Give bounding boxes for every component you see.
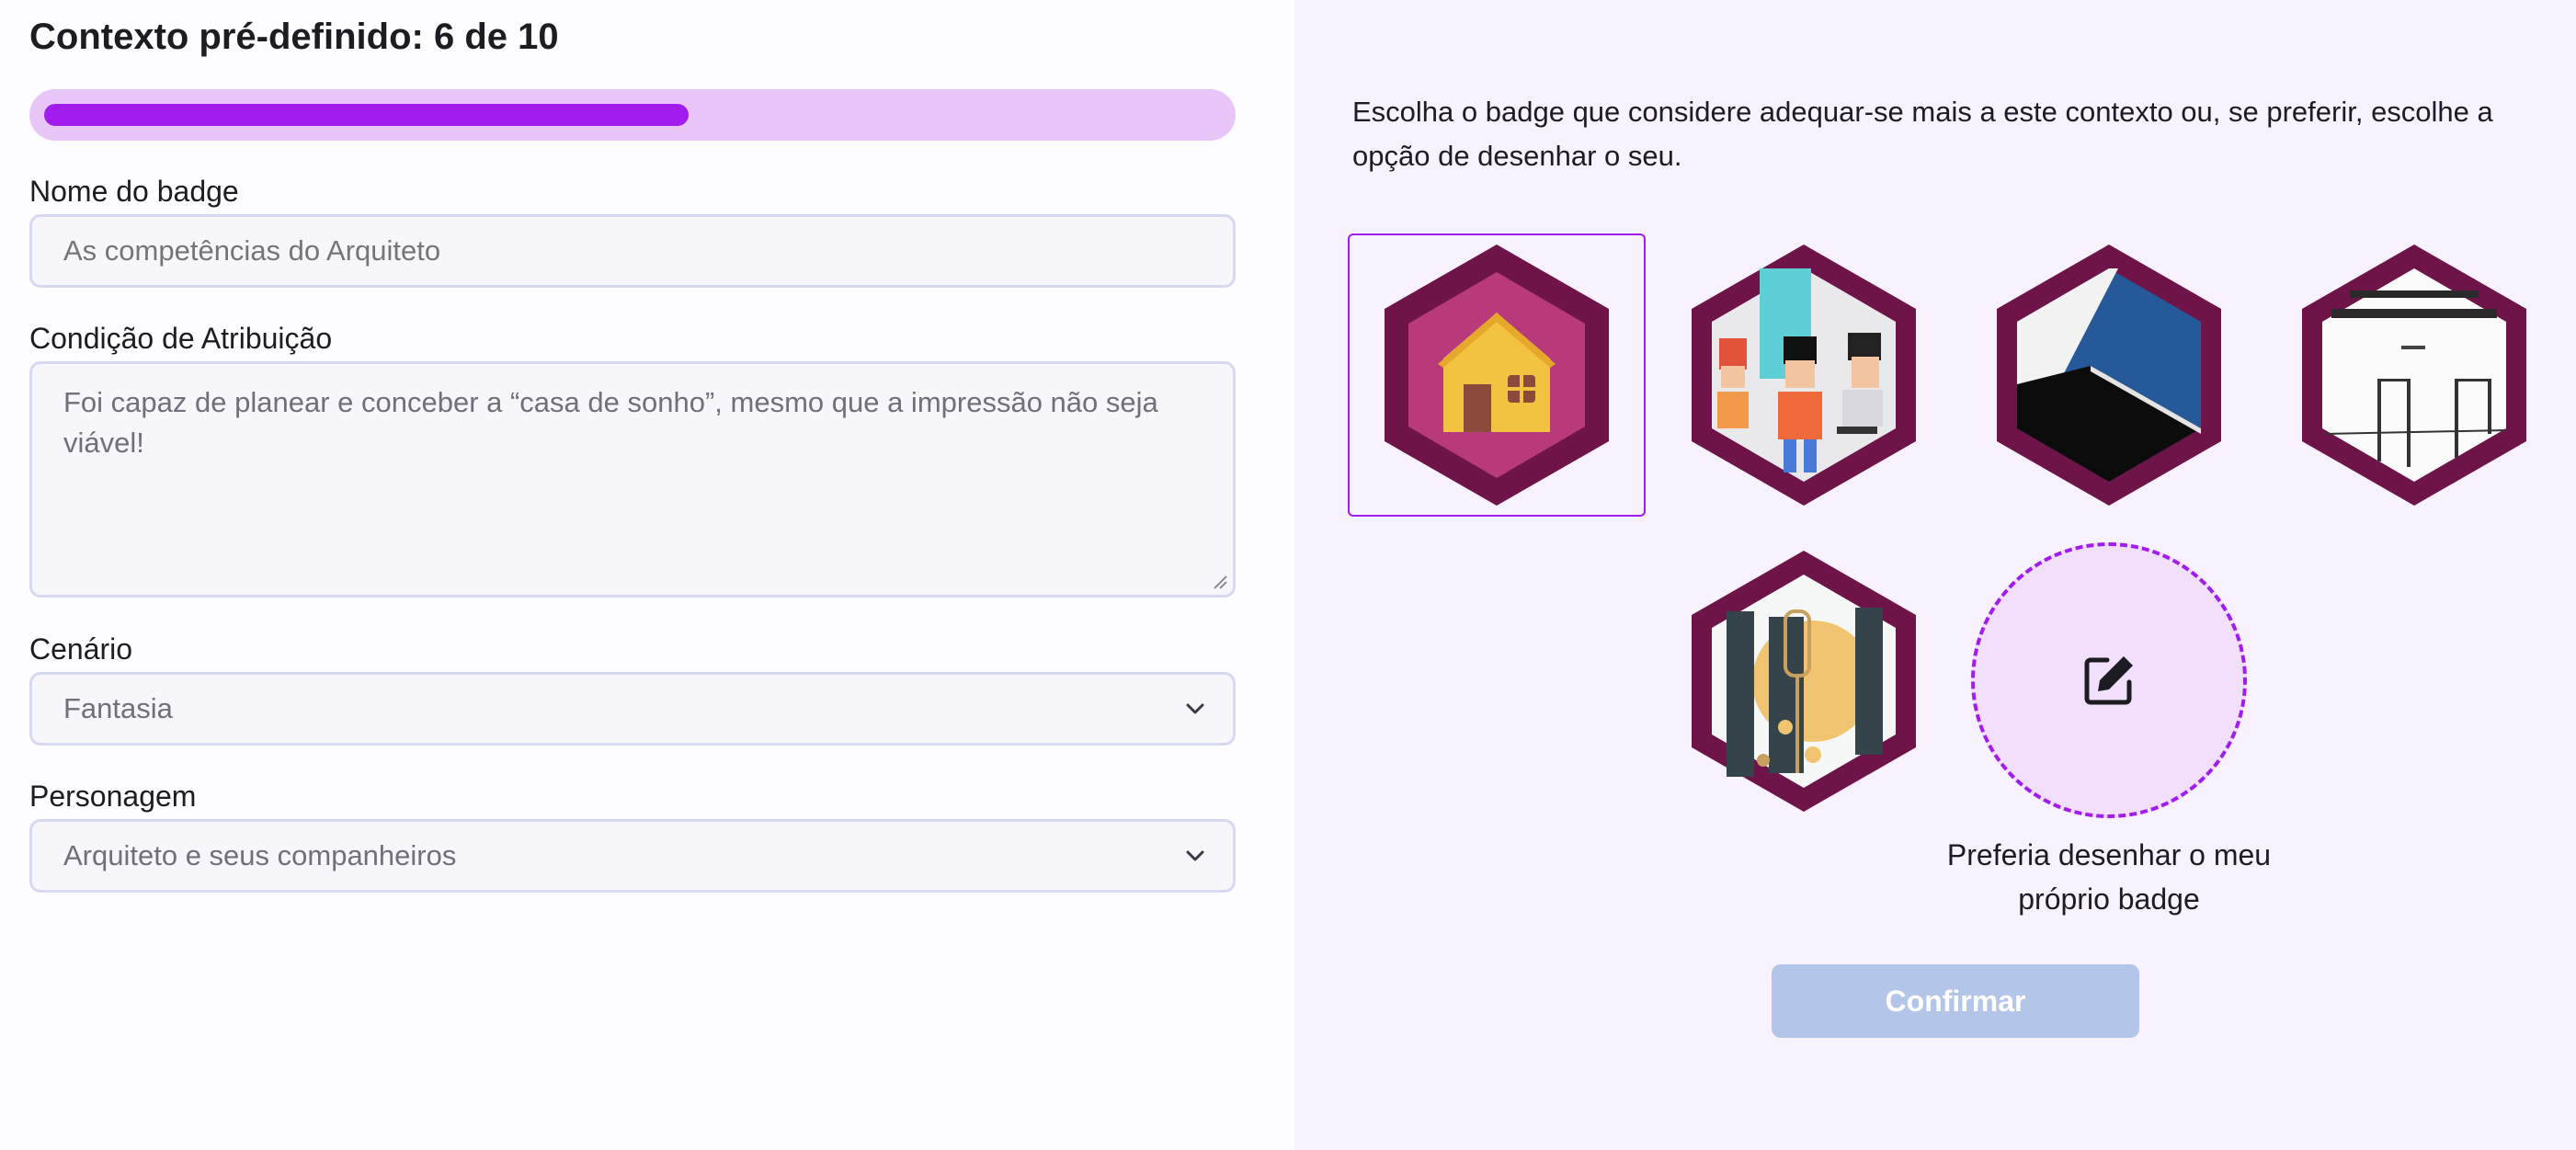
progress-bar-fill — [44, 104, 689, 126]
house-badge-icon — [1385, 245, 1609, 506]
form-panel: Contexto pré-definido: 6 de 10 Nome do b… — [0, 0, 1294, 1150]
page-title: Contexto pré-definido: 6 de 10 — [29, 17, 559, 57]
condition-textarea[interactable]: Foi capaz de planear e conceber a “casa … — [29, 361, 1236, 598]
scenario-select[interactable]: Fantasia — [29, 672, 1236, 746]
scenario-value: Fantasia — [63, 692, 173, 724]
abstract-badge-icon — [1997, 245, 2221, 506]
scenario-label: Cenário — [29, 632, 133, 666]
chevron-down-icon — [1186, 850, 1204, 861]
badge-name-label: Nome do badge — [29, 175, 239, 208]
character-label: Personagem — [29, 780, 197, 813]
character-select[interactable]: Arquiteto e seus companheiros — [29, 819, 1236, 893]
progress-bar — [29, 89, 1236, 141]
draw-own-badge-label: Preferia desenhar o meu próprio badge — [1946, 838, 2272, 916]
badge-instructions: Escolha o badge que considere adequar-se… — [1352, 96, 2493, 172]
construction-badge-icon — [1692, 551, 1916, 812]
badge-option-construction[interactable] — [1666, 540, 1942, 823]
confirm-button[interactable]: Confirmar — [1772, 964, 2139, 1038]
draw-own-badge-button[interactable] — [1971, 542, 2247, 818]
sketch-badge-icon — [2302, 245, 2526, 506]
badge-option-sketch[interactable] — [2276, 233, 2552, 517]
resize-handle-icon[interactable] — [1211, 573, 1227, 589]
condition-text: Foi capaz de planear e conceber a “casa … — [63, 386, 1158, 459]
chevron-down-icon — [1186, 703, 1204, 714]
badge-option-people[interactable] — [1666, 233, 1942, 517]
badge-option-house[interactable] — [1348, 233, 1646, 517]
condition-label: Condição de Atribuição — [29, 322, 333, 355]
character-value: Arquiteto e seus companheiros — [63, 839, 457, 871]
badge-name-input[interactable] — [29, 214, 1236, 288]
edit-icon — [2084, 656, 2133, 705]
badge-option-abstract[interactable] — [1971, 233, 2247, 517]
people-badge-icon — [1692, 245, 1916, 506]
